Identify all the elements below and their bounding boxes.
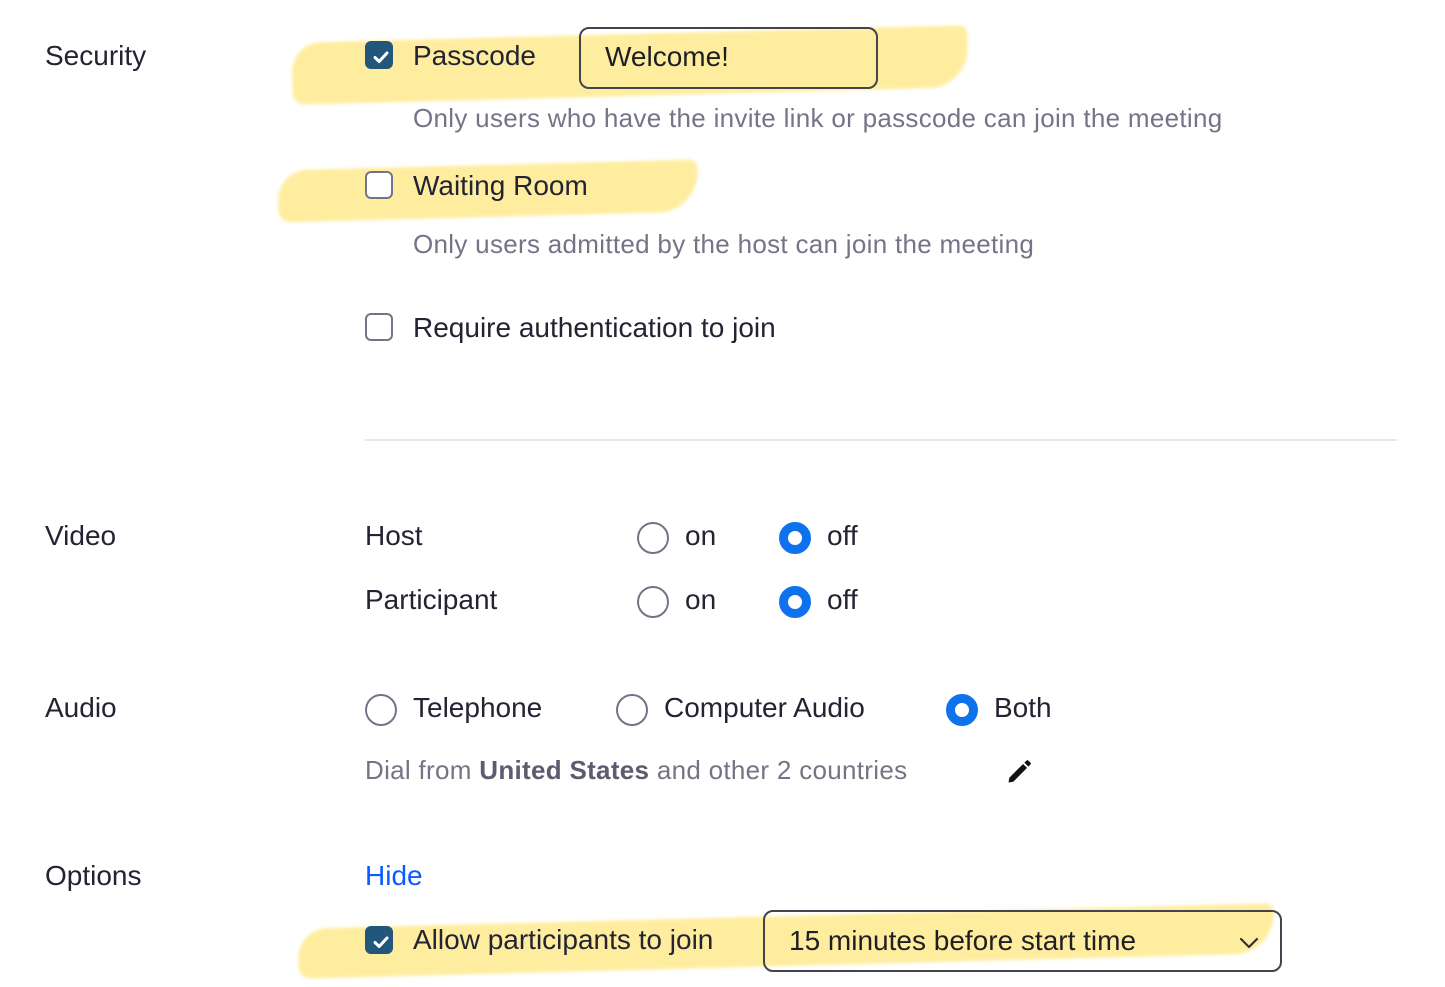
video-section-label: Video <box>45 520 117 551</box>
audio-both-label: Both <box>994 692 1052 723</box>
video-participant-label: Participant <box>365 584 498 615</box>
options-section-label: Options <box>45 860 142 891</box>
audio-computer-radio[interactable] <box>616 694 648 726</box>
audio-telephone-radio[interactable] <box>365 694 397 726</box>
video-participant-off-radio[interactable] <box>779 586 811 618</box>
passcode-input-value: Welcome! <box>605 41 729 72</box>
check-icon <box>373 936 389 948</box>
allow-join-label: Allow participants to join <box>413 924 714 955</box>
passcode-input[interactable]: Welcome! <box>579 27 878 89</box>
video-host-on-label: on <box>685 520 717 551</box>
video-participant-off-label: off <box>827 584 858 615</box>
waiting-room-checkbox[interactable] <box>365 171 393 199</box>
dial-country: United States <box>479 755 650 785</box>
audio-computer-label: Computer Audio <box>664 692 865 723</box>
require-auth-checkbox[interactable] <box>365 313 393 341</box>
audio-both-radio[interactable] <box>946 694 978 726</box>
video-host-off-radio[interactable] <box>779 522 811 554</box>
video-participant-on-radio[interactable] <box>637 586 669 618</box>
waiting-room-hint: Only users admitted by the host can join… <box>413 229 1035 259</box>
audio-section-label: Audio <box>45 692 117 723</box>
passcode-checkbox[interactable] <box>365 41 393 69</box>
waiting-room-label: Waiting Room <box>413 170 588 201</box>
meeting-settings-page: Security Passcode Welcome! Only users wh… <box>0 0 1445 987</box>
audio-telephone-label: Telephone <box>413 692 543 723</box>
hide-options-link[interactable]: Hide <box>365 860 423 892</box>
passcode-label: Passcode <box>413 40 536 71</box>
allow-join-checkbox[interactable] <box>365 926 393 954</box>
video-host-on-radio[interactable] <box>637 522 669 554</box>
join-time-select[interactable]: 15 minutes before start time <box>763 910 1282 972</box>
section-divider <box>365 439 1397 441</box>
video-participant-on-label: on <box>685 584 717 615</box>
security-section-label: Security <box>45 40 147 71</box>
passcode-hint: Only users who have the invite link or p… <box>413 103 1223 133</box>
video-host-label: Host <box>365 520 423 551</box>
check-icon <box>373 51 389 63</box>
require-auth-label: Require authentication to join <box>413 312 776 343</box>
chevron-down-icon <box>1239 937 1259 949</box>
dial-info: Dial from United States and other 2 coun… <box>365 755 907 786</box>
join-time-select-value: 15 minutes before start time <box>789 925 1137 956</box>
dial-prefix: Dial from <box>365 755 472 785</box>
video-host-off-label: off <box>827 520 858 551</box>
pencil-icon[interactable] <box>1005 758 1033 786</box>
dial-suffix: and other 2 countries <box>656 755 908 785</box>
